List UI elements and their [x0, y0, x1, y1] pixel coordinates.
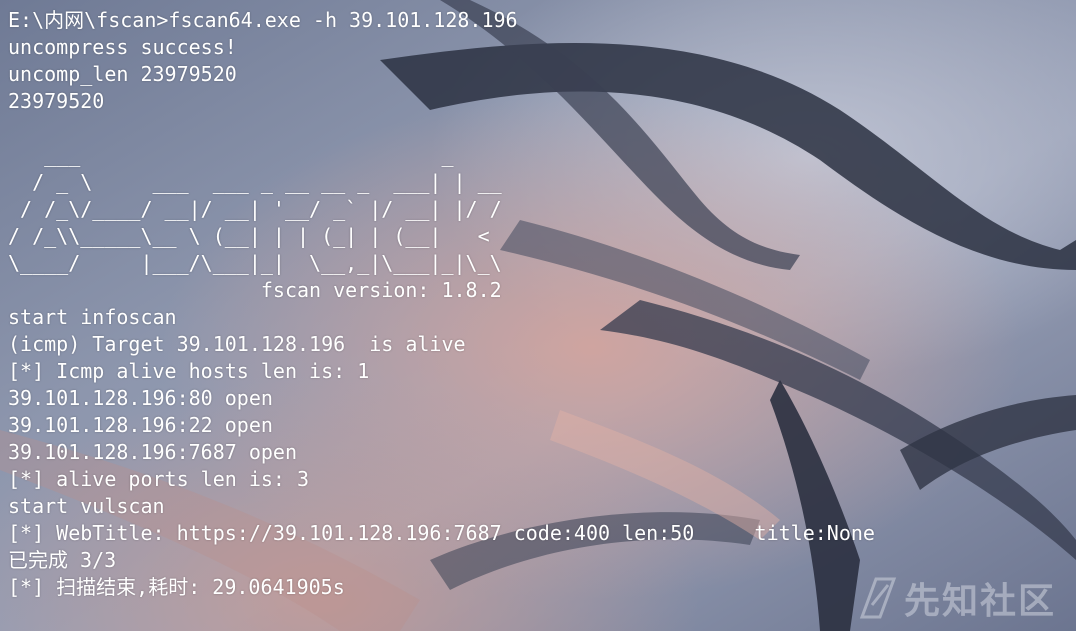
xianzhi-logo-icon — [859, 577, 897, 619]
output-line: 已完成 3/3 — [8, 548, 117, 572]
banner-line: ___ _ — [8, 143, 502, 167]
output-line: start vulscan — [8, 494, 165, 518]
output-line: [*] WebTitle: https://39.101.128.196:768… — [8, 521, 875, 545]
output-line: uncomp_len 23979520 — [8, 62, 237, 86]
version-line: fscan version: 1.8.2 — [8, 278, 502, 302]
ascii-banner: ___ _ / _ \ ___ ___ _ __ __ _ ___| | __ … — [8, 142, 1068, 304]
command-prompt-line: E:\内网\fscan>fscan64.exe -h 39.101.128.19… — [8, 8, 518, 32]
output-line: [*] alive ports len is: 3 — [8, 467, 310, 491]
output-line: 39.101.128.196:7687 open — [8, 440, 297, 464]
banner-line: / _ \ ___ ___ _ __ __ _ ___| | __ — [8, 170, 514, 194]
terminal-output: E:\内网\fscan>fscan64.exe -h 39.101.128.19… — [8, 7, 1068, 601]
banner-line: / /_\/____/ __|/ __| '__/ _` |/ __| |/ / — [8, 197, 514, 221]
banner-line: \____/ |___/\___|_| \__,_|\___|_|\_\ — [8, 251, 514, 275]
output-line: 39.101.128.196:22 open — [8, 413, 273, 437]
output-line: uncompress success! — [8, 35, 237, 59]
output-line: (icmp) Target 39.101.128.196 is alive — [8, 332, 466, 356]
output-line: 23979520 — [8, 89, 105, 113]
watermark-text: 先知社区 — [903, 581, 1056, 622]
output-line: start infoscan — [8, 305, 177, 329]
output-line: 39.101.128.196:80 open — [8, 386, 273, 410]
output-line: [*] Icmp alive hosts len is: 1 — [8, 359, 370, 383]
site-watermark: 先知社区 — [858, 575, 1056, 622]
banner-line: / /_\\_____\__ \ (__| | | (_| | (__| < — [8, 224, 514, 248]
